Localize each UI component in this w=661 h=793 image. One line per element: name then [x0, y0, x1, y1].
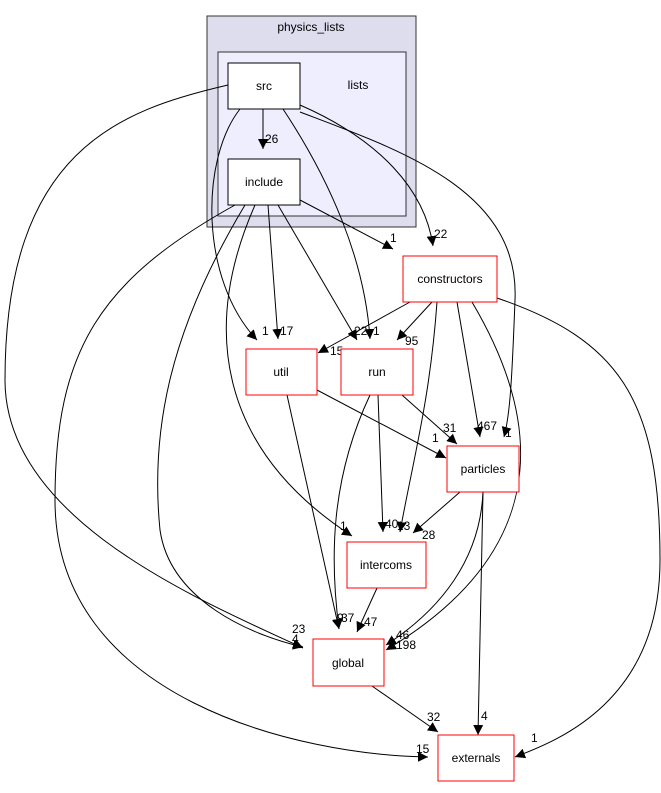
edge-label: 15 [416, 742, 430, 756]
edge-label: 22 [354, 324, 368, 338]
edge-util-particles [316, 389, 447, 459]
edge-include-global [157, 204, 304, 650]
edge-label: 1 [390, 231, 397, 245]
edge-label: 17 [280, 324, 294, 338]
edge-global-externals [371, 685, 439, 733]
node-include[interactable]: include [227, 158, 301, 206]
node-particles[interactable]: particles [446, 445, 520, 493]
edge-constructors-particles [456, 301, 484, 438]
edge-label: 23 [292, 622, 306, 636]
edge-constructors-externals [496, 297, 661, 759]
node-src[interactable]: src [227, 62, 301, 110]
node-global-label: global [332, 656, 364, 670]
edge-label: 13 [397, 519, 411, 533]
edge-run-particles [401, 394, 458, 445]
node-run-label: run [368, 365, 385, 379]
edge-particles-externals [473, 491, 484, 736]
edge-label: 40 [385, 517, 399, 531]
edge-label: 1 [262, 324, 269, 338]
edge-label: 4 [481, 709, 488, 723]
edge-label: 1 [373, 324, 380, 338]
node-util[interactable]: util [245, 348, 318, 396]
edge-label: 22 [434, 227, 448, 241]
node-run[interactable]: run [340, 348, 414, 396]
edge-util-global [286, 394, 342, 630]
edge-label: 467 [477, 419, 497, 433]
edge-particles-intercoms [412, 491, 461, 534]
node-intercoms-label: intercoms [360, 558, 412, 572]
edge-label: 32 [427, 710, 441, 724]
edge-label: 37 [341, 611, 355, 625]
edge-label: 198 [396, 638, 416, 652]
cluster-physics-lists-label: physics_lists [277, 20, 344, 34]
edge-label: 1 [340, 519, 347, 533]
dependency-graph: physics_lists lists 26 4 1 1 22 1 1 17 2… [4, 15, 661, 782]
edge-run-global [332, 394, 371, 630]
edge-label: 1 [505, 426, 512, 440]
node-externals[interactable]: externals [437, 734, 515, 782]
node-constructors[interactable]: constructors [402, 255, 498, 303]
node-src-label: src [256, 79, 272, 93]
node-externals-label: externals [452, 751, 501, 765]
node-particles-label: particles [461, 462, 506, 476]
edge-label: 95 [405, 334, 419, 348]
node-util-label: util [273, 365, 288, 379]
cluster-lists-label: lists [348, 78, 369, 92]
edge-label: 47 [364, 615, 378, 629]
node-constructors-label: constructors [417, 272, 482, 286]
edge-label: 31 [443, 421, 457, 435]
node-intercoms[interactable]: intercoms [346, 541, 427, 589]
edge-label: 26 [265, 132, 279, 146]
node-global[interactable]: global [312, 638, 385, 687]
edge-label: 1 [531, 731, 538, 745]
edge-label: 28 [422, 528, 436, 542]
node-include-label: include [245, 175, 283, 189]
edge-label: 1 [432, 431, 439, 445]
edge-run-intercoms [377, 394, 388, 533]
